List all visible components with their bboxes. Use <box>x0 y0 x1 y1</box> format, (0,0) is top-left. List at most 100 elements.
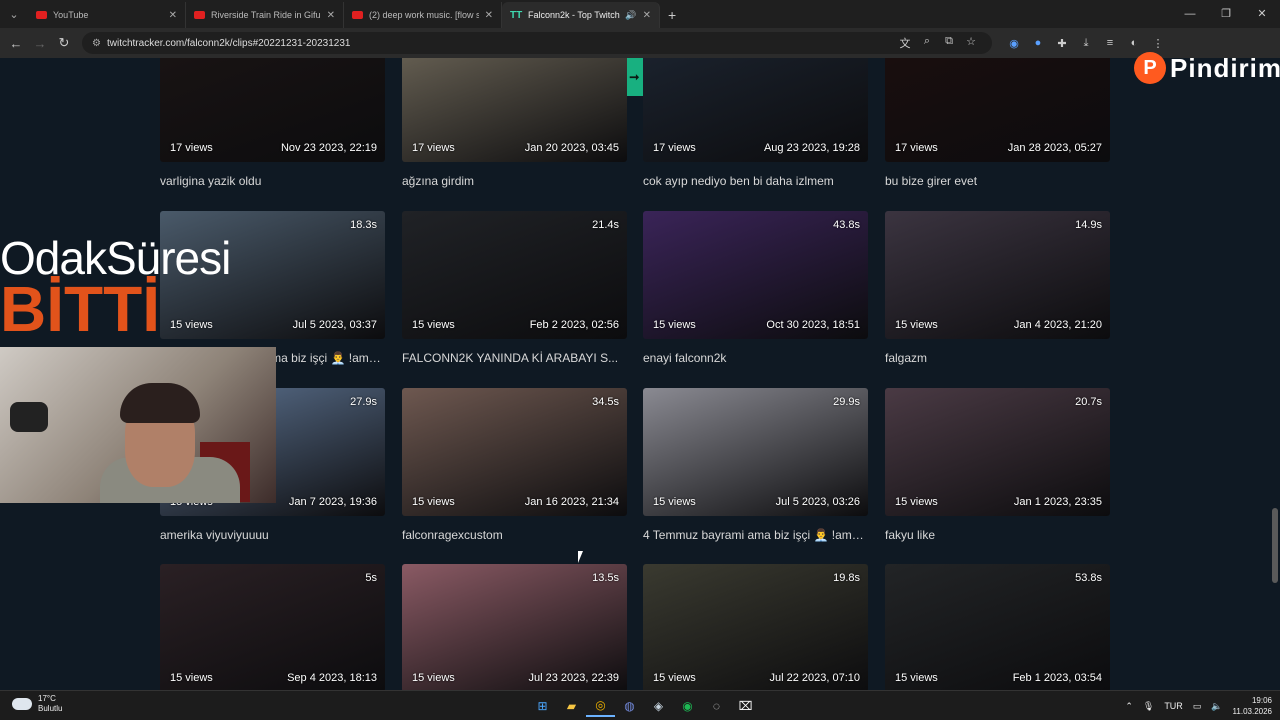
clip-title[interactable]: falgazm <box>885 351 1110 365</box>
browser-tab[interactable]: YouTube ✕ <box>28 2 186 28</box>
chrome-icon[interactable]: ◎ <box>586 695 615 717</box>
clip-title[interactable]: fakyu like <box>885 528 1110 542</box>
youtube-icon <box>352 11 363 19</box>
clip-card[interactable]: 17 views Aug 23 2023, 19:28 cok ayıp nediy… <box>643 58 868 188</box>
clip-views: 15 views <box>170 319 213 331</box>
clip-title[interactable]: bu bize girer evet <box>885 174 1110 188</box>
clip-thumbnail[interactable]: 14.9s 15 views Jan 4 2023, 21:20 <box>885 211 1110 339</box>
brand-text: Pindirim <box>1170 52 1280 83</box>
tab-search-icon[interactable]: ≡ <box>1098 37 1122 50</box>
cast-icon[interactable]: ⧉ <box>938 35 960 51</box>
close-icon[interactable]: ✕ <box>169 10 177 21</box>
translate-icon[interactable]: 文 <box>894 35 916 51</box>
site-info-icon[interactable]: ⚙ <box>92 38 101 49</box>
back-icon[interactable]: ← <box>4 36 28 51</box>
clip-title[interactable]: amerika viyuviyuuuu <box>160 528 385 542</box>
start-icon[interactable]: ⊞ <box>528 695 557 717</box>
extension-icon[interactable]: ● <box>1026 37 1050 50</box>
clip-date: Jul 22 2023, 07:10 <box>769 672 860 684</box>
close-icon[interactable]: ✕ <box>643 10 651 21</box>
close-icon[interactable]: ✕ <box>327 10 335 21</box>
microphone-tray-icon[interactable]: 🎙 <box>1143 701 1154 712</box>
clip-duration: 53.8s <box>1075 572 1102 584</box>
clip-duration: 34.5s <box>592 396 619 408</box>
clip-title[interactable]: ağzına girdim <box>402 174 627 188</box>
tab-title: (2) deep work music. [flow state <box>369 10 479 20</box>
forward-icon[interactable]: → <box>28 36 52 51</box>
clip-thumbnail[interactable]: 17 views Jan 28 2023, 05:27 <box>885 58 1110 162</box>
network-icon[interactable]: ▭ <box>1193 701 1202 712</box>
temperature: 17°C <box>38 694 56 703</box>
clip-thumbnail[interactable]: 5s 15 views Sep 4 2023, 18:13 <box>160 564 385 690</box>
clip-thumbnail[interactable]: 29.9s 15 views Jul 5 2023, 03:26 <box>643 388 868 516</box>
download-icon[interactable]: ⤓ <box>1074 37 1098 50</box>
clip-title[interactable]: varligina yazik oldu <box>160 174 385 188</box>
tab-title: Riverside Train Ride in Gifu, Jap <box>211 10 321 20</box>
puzzle-icon[interactable]: ✚ <box>1050 37 1074 50</box>
scrollbar-thumb[interactable] <box>1272 508 1278 583</box>
tab-search-button[interactable]: ⌄ <box>0 0 28 28</box>
cloud-icon <box>12 698 32 710</box>
app-icon[interactable]: ◌ <box>702 695 731 717</box>
clock[interactable]: 19:06 11.03.2026 <box>1233 695 1272 717</box>
clip-views: 17 views <box>895 142 938 154</box>
clip-card[interactable]: 29.9s 15 views Jul 5 2023, 03:26 4 Temmuz b… <box>643 388 868 542</box>
clip-title[interactable]: FALCONN2K YANINDA Kİ ARABAYI S... <box>402 351 627 365</box>
profile-avatar[interactable]: ◐ <box>1122 37 1146 50</box>
clip-card[interactable]: 14.9s 15 views Jan 4 2023, 21:20 falgazm <box>885 211 1110 365</box>
clip-card[interactable]: 34.5s 15 views Jan 16 2023, 21:34 falconrag… <box>402 388 627 542</box>
clip-thumbnail[interactable]: 53.8s 15 views Feb 1 2023, 03:54 <box>885 564 1110 690</box>
extension-icon[interactable]: ◉ <box>1002 37 1026 50</box>
clip-card[interactable]: 13.5s 15 views Jul 23 2023, 22:39 <box>402 564 627 690</box>
clip-card[interactable]: 5s 15 views Sep 4 2023, 18:13 <box>160 564 385 690</box>
minimize-button[interactable]: — <box>1172 0 1208 28</box>
speaker-icon[interactable]: 🔊 <box>625 10 636 21</box>
clip-thumbnail[interactable]: 43.8s 15 views Oct 30 2023, 18:51 <box>643 211 868 339</box>
volume-icon[interactable]: 🔈 <box>1211 701 1222 712</box>
clip-thumbnail[interactable]: 20.7s 15 views Jan 1 2023, 23:35 <box>885 388 1110 516</box>
clip-duration: 5s <box>365 572 377 584</box>
browser-tab-active[interactable]: TT Falconn2k - Top Twitch Clip 🔊 ✕ <box>502 2 660 28</box>
clip-views: 15 views <box>895 672 938 684</box>
clip-card[interactable]: 53.8s 15 views Feb 1 2023, 03:54 <box>885 564 1110 690</box>
clip-thumbnail[interactable]: 19.8s 15 views Jul 22 2023, 07:10 <box>643 564 868 690</box>
weather-widget[interactable]: 17°C Bulutlu <box>12 694 62 714</box>
clip-card[interactable]: 21.4s 15 views Feb 2 2023, 02:56 FALCONN2K … <box>402 211 627 365</box>
clip-thumbnail[interactable]: 17 views Jan 20 2023, 03:45 <box>402 58 627 162</box>
clip-thumbnail[interactable]: 13.5s 15 views Jul 23 2023, 22:39 <box>402 564 627 690</box>
menu-kebab-icon[interactable]: ⋮ <box>1146 37 1170 50</box>
reload-icon[interactable]: ↻ <box>52 35 76 51</box>
bookmark-star-icon[interactable]: ☆ <box>960 35 982 51</box>
capcut-icon[interactable]: ⌧ <box>731 695 760 717</box>
url-bar[interactable]: ⚙ twitchtracker.com/falconn2k/clips#2022… <box>82 32 992 54</box>
discord-icon[interactable]: ◍ <box>615 695 644 717</box>
clip-card[interactable]: 20.7s 15 views Jan 1 2023, 23:35 fakyu like <box>885 388 1110 542</box>
steam-icon[interactable]: ◈ <box>644 695 673 717</box>
zoom-icon[interactable]: ⌕ <box>916 35 938 51</box>
browser-tab[interactable]: (2) deep work music. [flow state ✕ <box>344 2 502 28</box>
clip-title[interactable]: 4 Temmuz bayrami ama biz işçi 👨‍💼 !ame..… <box>643 528 868 542</box>
chevron-up-icon[interactable]: ⌃ <box>1125 701 1133 712</box>
browser-tab[interactable]: Riverside Train Ride in Gifu, Jap ✕ <box>186 2 344 28</box>
restore-button[interactable]: ❐ <box>1208 0 1244 28</box>
clip-thumbnail[interactable]: 21.4s 15 views Feb 2 2023, 02:56 <box>402 211 627 339</box>
language-indicator[interactable]: TUR <box>1164 701 1183 711</box>
clip-card[interactable]: 19.8s 15 views Jul 22 2023, 07:10 <box>643 564 868 690</box>
close-icon[interactable]: ✕ <box>485 10 493 21</box>
close-window-button[interactable]: ✕ <box>1244 0 1280 28</box>
clip-title[interactable]: falconragexcustom <box>402 528 627 542</box>
scrollbar[interactable] <box>1270 58 1280 690</box>
clip-thumbnail[interactable]: 17 views Aug 23 2023, 19:28 <box>643 58 868 162</box>
clip-card[interactable]: 17 views Nov 23 2023, 22:19 varligina yazi… <box>160 58 385 188</box>
file-explorer-icon[interactable]: ▰ <box>557 695 586 717</box>
clip-title[interactable]: cok ayıp nediyo ben bi daha izlmem <box>643 174 868 188</box>
clip-thumbnail[interactable]: 17 views Nov 23 2023, 22:19 <box>160 58 385 162</box>
spotify-icon[interactable]: ◉ <box>673 695 702 717</box>
clip-card[interactable]: 17 views Jan 20 2023, 03:45 ağzına girdim <box>402 58 627 188</box>
new-tab-button[interactable]: + <box>668 2 676 28</box>
clip-card[interactable]: 17 views Jan 28 2023, 05:27 bu bize girer … <box>885 58 1110 188</box>
clip-card[interactable]: 43.8s 15 views Oct 30 2023, 18:51 enayi fal… <box>643 211 868 365</box>
clip-title[interactable]: enayi falconn2k <box>643 351 868 365</box>
tab-strip: ⌄ YouTube ✕ Riverside Train Ride in Gifu,… <box>0 0 1280 28</box>
clip-thumbnail[interactable]: 34.5s 15 views Jan 16 2023, 21:34 <box>402 388 627 516</box>
